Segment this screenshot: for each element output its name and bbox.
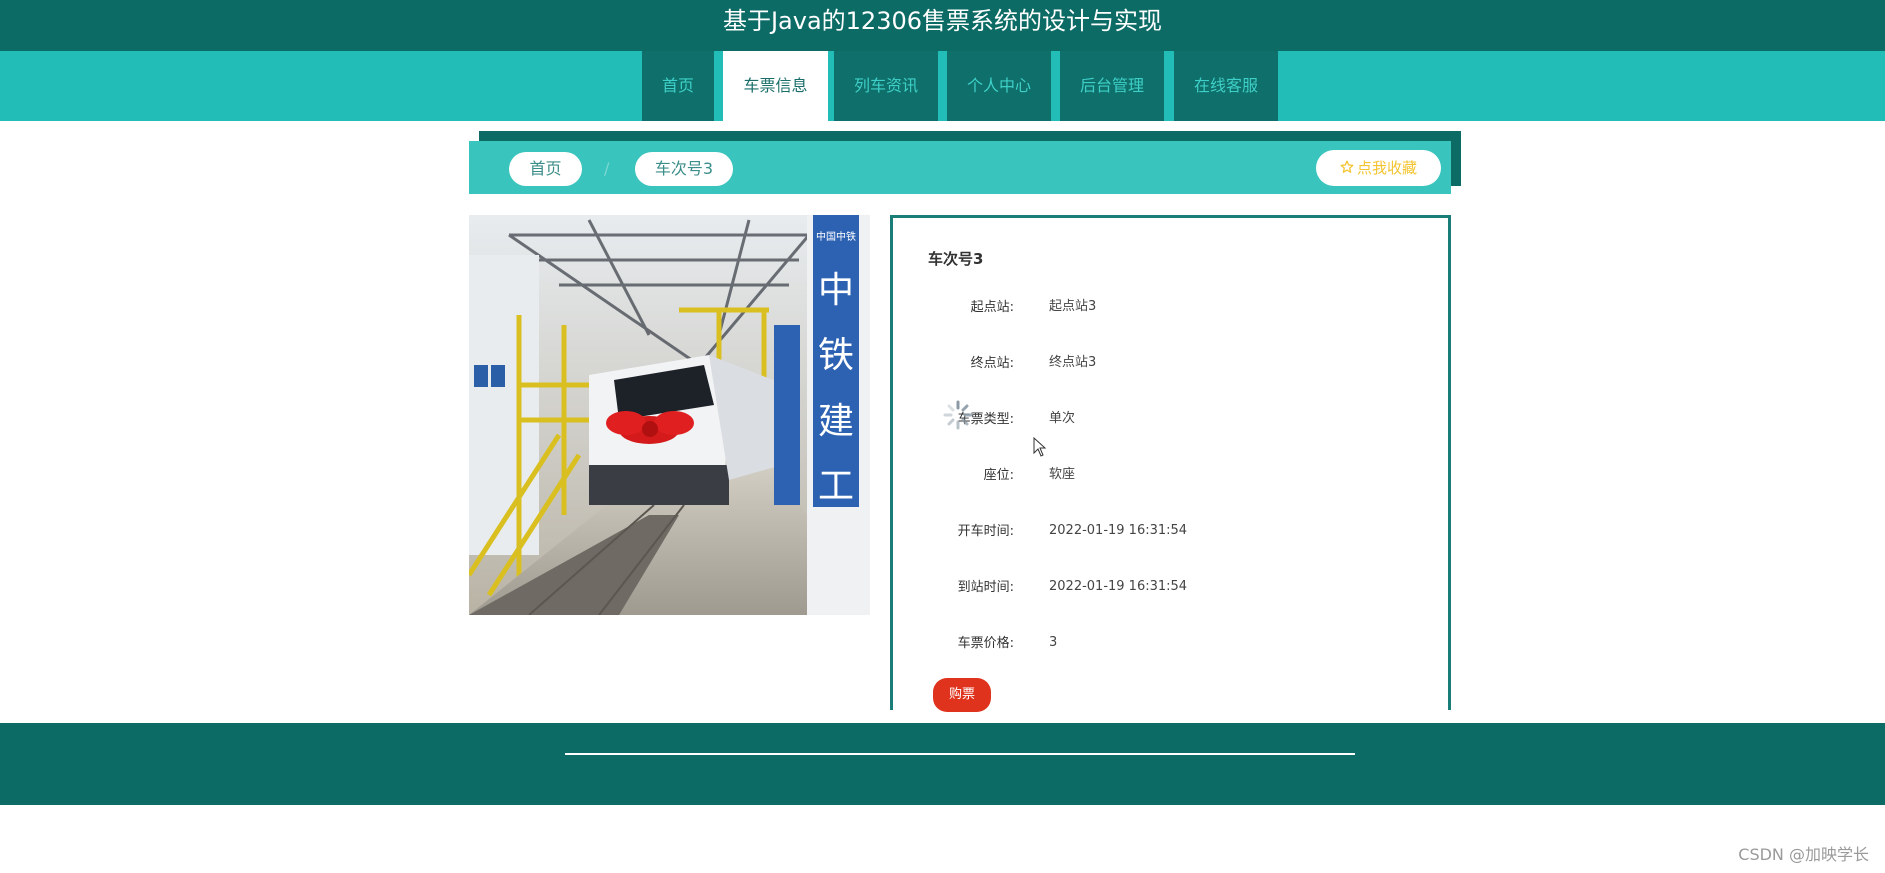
nav-item-ticket-info[interactable]: 车票信息	[723, 51, 828, 121]
field-label-seat: 座位:	[983, 468, 1014, 483]
field-value-arrival-time: 2022-01-19 16:31:54	[1049, 579, 1188, 594]
mouse-cursor-icon	[1033, 436, 1047, 457]
nav-item-admin[interactable]: 后台管理	[1060, 51, 1164, 121]
field-label-price: 车票价格:	[957, 636, 1014, 651]
loading-spinner-icon	[942, 399, 974, 431]
nav-item-train-news[interactable]: 列车资讯	[834, 51, 938, 121]
favorite-button[interactable]: 点我收藏	[1316, 150, 1441, 186]
star-outline-icon	[1340, 150, 1354, 186]
breadcrumb-separator: /	[604, 159, 610, 178]
nav-bar	[0, 51, 1885, 121]
field-label-destination: 终点站:	[970, 356, 1014, 371]
site-title: 基于Java的12306售票系统的设计与实现	[722, 7, 1163, 35]
nav-item-personal-center[interactable]: 个人中心	[947, 51, 1051, 121]
field-value-price: 3	[1049, 635, 1058, 650]
field-value-departure-time: 2022-01-19 16:31:54	[1049, 523, 1188, 538]
ticket-title: 车次号3	[928, 250, 984, 268]
breadcrumb-current[interactable]: 车次号3	[635, 152, 733, 186]
watermark: CSDN @加映学长	[1738, 845, 1869, 864]
nav-item-online-service[interactable]: 在线客服	[1174, 51, 1278, 121]
pillar-sign-char: 铁	[818, 335, 854, 376]
footer	[0, 723, 1885, 805]
field-label-origin: 起点站:	[970, 300, 1014, 315]
pillar-sign-char: 中	[818, 270, 854, 311]
footer-divider	[565, 753, 1355, 755]
favorite-label: 点我收藏	[1356, 159, 1417, 177]
field-label-departure-time: 开车时间:	[957, 524, 1014, 539]
breadcrumb	[469, 141, 1451, 194]
field-label-arrival-time: 到站时间:	[957, 580, 1014, 595]
breadcrumb-home-link[interactable]: 首页	[509, 152, 582, 186]
pillar-sign-char: 建	[818, 401, 854, 442]
buy-ticket-button[interactable]: 购票	[933, 678, 991, 712]
field-value-seat: 软座	[1049, 467, 1076, 482]
field-value-origin: 起点站3	[1049, 299, 1097, 314]
field-value-destination: 终点站3	[1049, 355, 1097, 370]
train-photo: 中 铁 建 工 中国中铁	[469, 215, 870, 615]
pillar-sign-char: 工	[818, 466, 854, 507]
pillar-logo-text: 中国中铁	[816, 230, 856, 243]
nav-item-home[interactable]: 首页	[642, 51, 714, 121]
field-value-ticket-type: 单次	[1049, 411, 1076, 426]
